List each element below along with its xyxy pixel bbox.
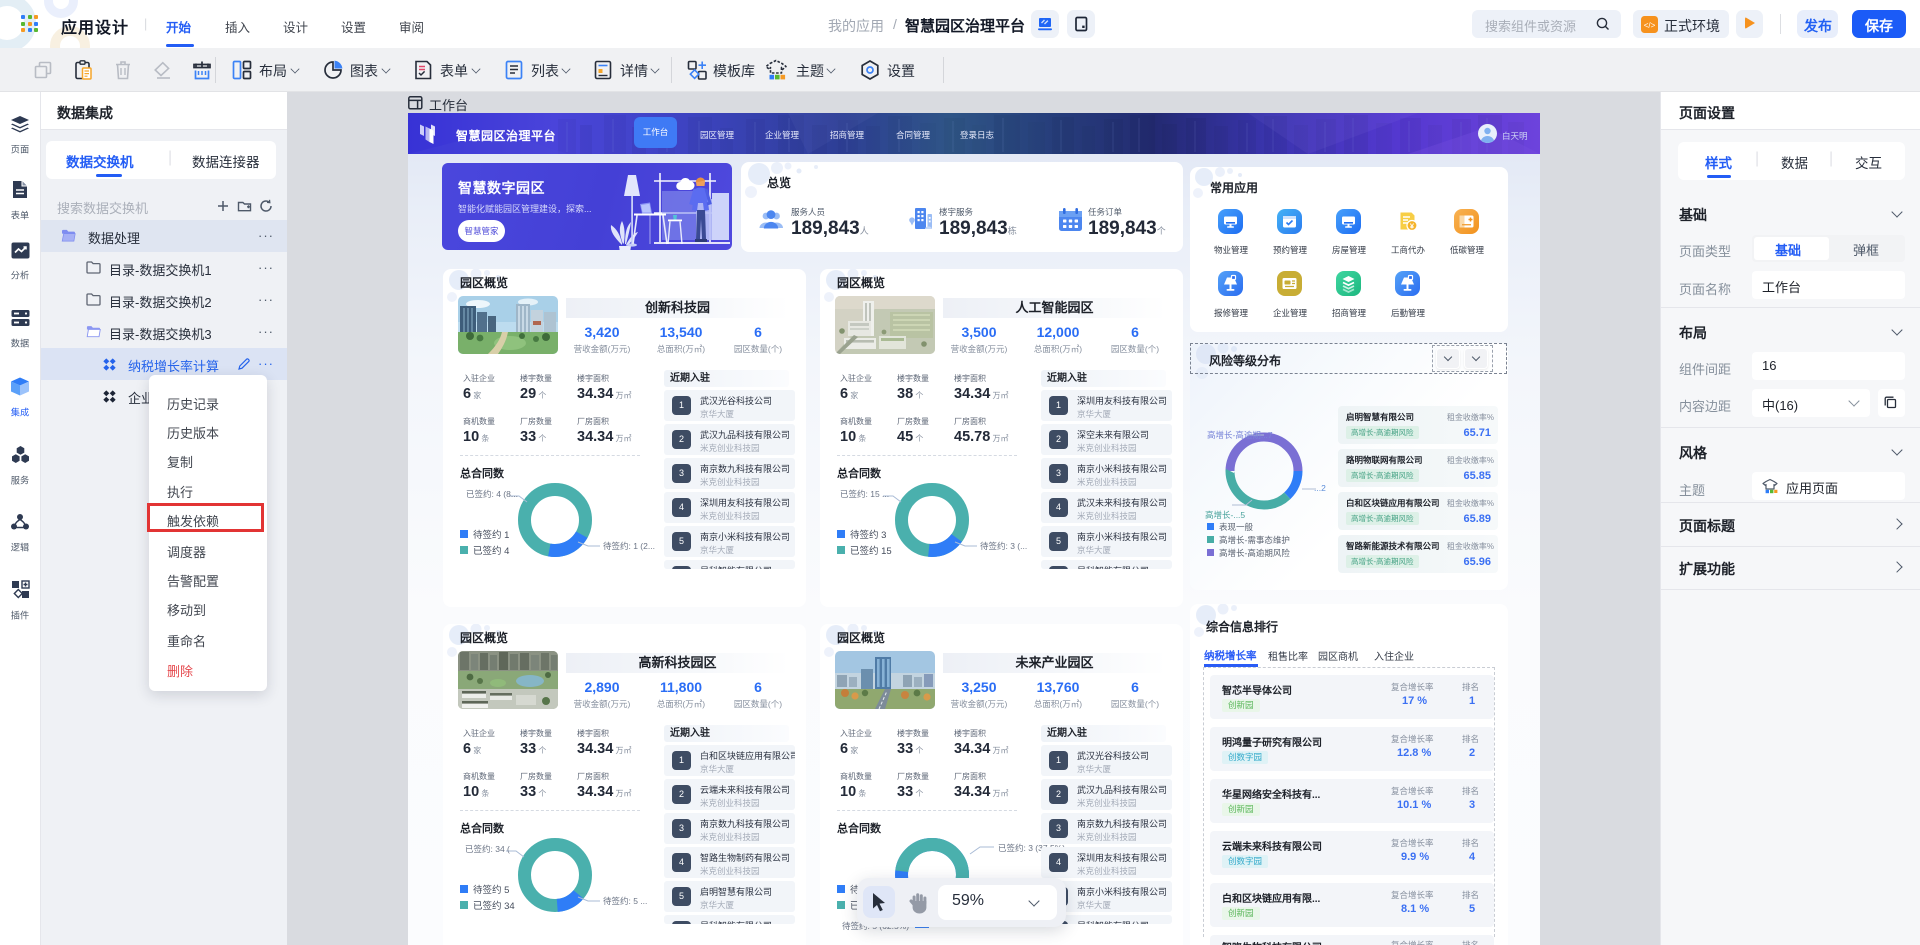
svg-text:</>: </> <box>1644 20 1656 29</box>
